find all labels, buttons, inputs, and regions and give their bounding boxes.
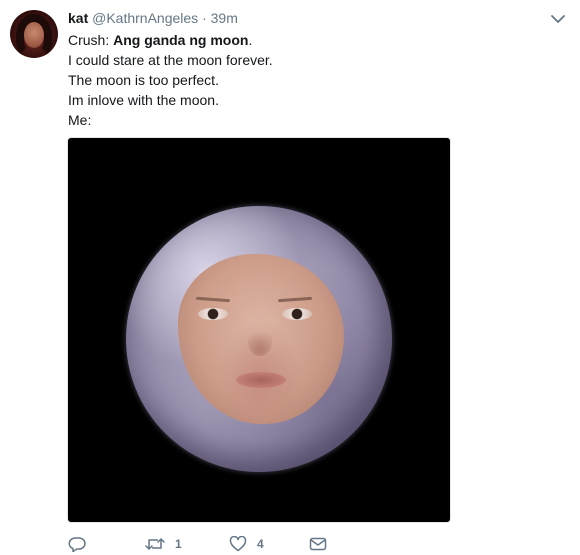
display-name[interactable]: kat <box>68 10 88 26</box>
avatar[interactable] <box>10 10 58 58</box>
like-button[interactable]: 4 <box>229 536 264 552</box>
left-brow <box>195 296 231 303</box>
mouth <box>236 372 286 388</box>
avatar-face <box>24 22 44 48</box>
tweet-media-image[interactable] <box>67 137 451 523</box>
moon-image <box>126 206 392 472</box>
tweet-line-1: Crush: Ang ganda ng moon. <box>68 32 253 48</box>
tweet-line-2: I could stare at the moon forever. <box>68 52 273 68</box>
timestamp[interactable]: 39m <box>211 10 238 26</box>
nose <box>248 326 272 356</box>
tweet-line-5: Me: <box>68 112 92 128</box>
tweet-header: kat @KathrnAngeles · 39m <box>68 9 238 27</box>
retweet-button[interactable]: 1 <box>145 536 182 552</box>
user-handle[interactable]: @KathrnAngeles <box>92 10 198 26</box>
separator-dot: · <box>202 10 207 26</box>
heart-icon <box>229 536 247 552</box>
reply-icon <box>68 536 86 552</box>
tweet-text: Crush: Ang ganda ng moon. I could stare … <box>68 30 273 130</box>
retweet-icon <box>145 536 165 552</box>
tweet-actions: 1 4 <box>0 530 580 555</box>
bold-phrase: Ang ganda ng moon <box>113 32 249 48</box>
reply-button[interactable] <box>68 536 86 552</box>
retweet-count: 1 <box>175 537 182 551</box>
right-eye <box>282 308 312 320</box>
tweet-line-4: Im inlove with the moon. <box>68 92 219 108</box>
envelope-icon <box>309 536 327 552</box>
right-brow <box>277 296 313 303</box>
face-image <box>178 254 344 424</box>
tweet: kat @KathrnAngeles · 39m Crush: Ang gand… <box>0 0 580 555</box>
left-eye <box>198 308 228 320</box>
chevron-down-icon[interactable] <box>550 12 566 24</box>
like-count: 4 <box>257 537 264 551</box>
tweet-line-3: The moon is too perfect. <box>68 72 219 88</box>
direct-message-button[interactable] <box>309 536 327 552</box>
